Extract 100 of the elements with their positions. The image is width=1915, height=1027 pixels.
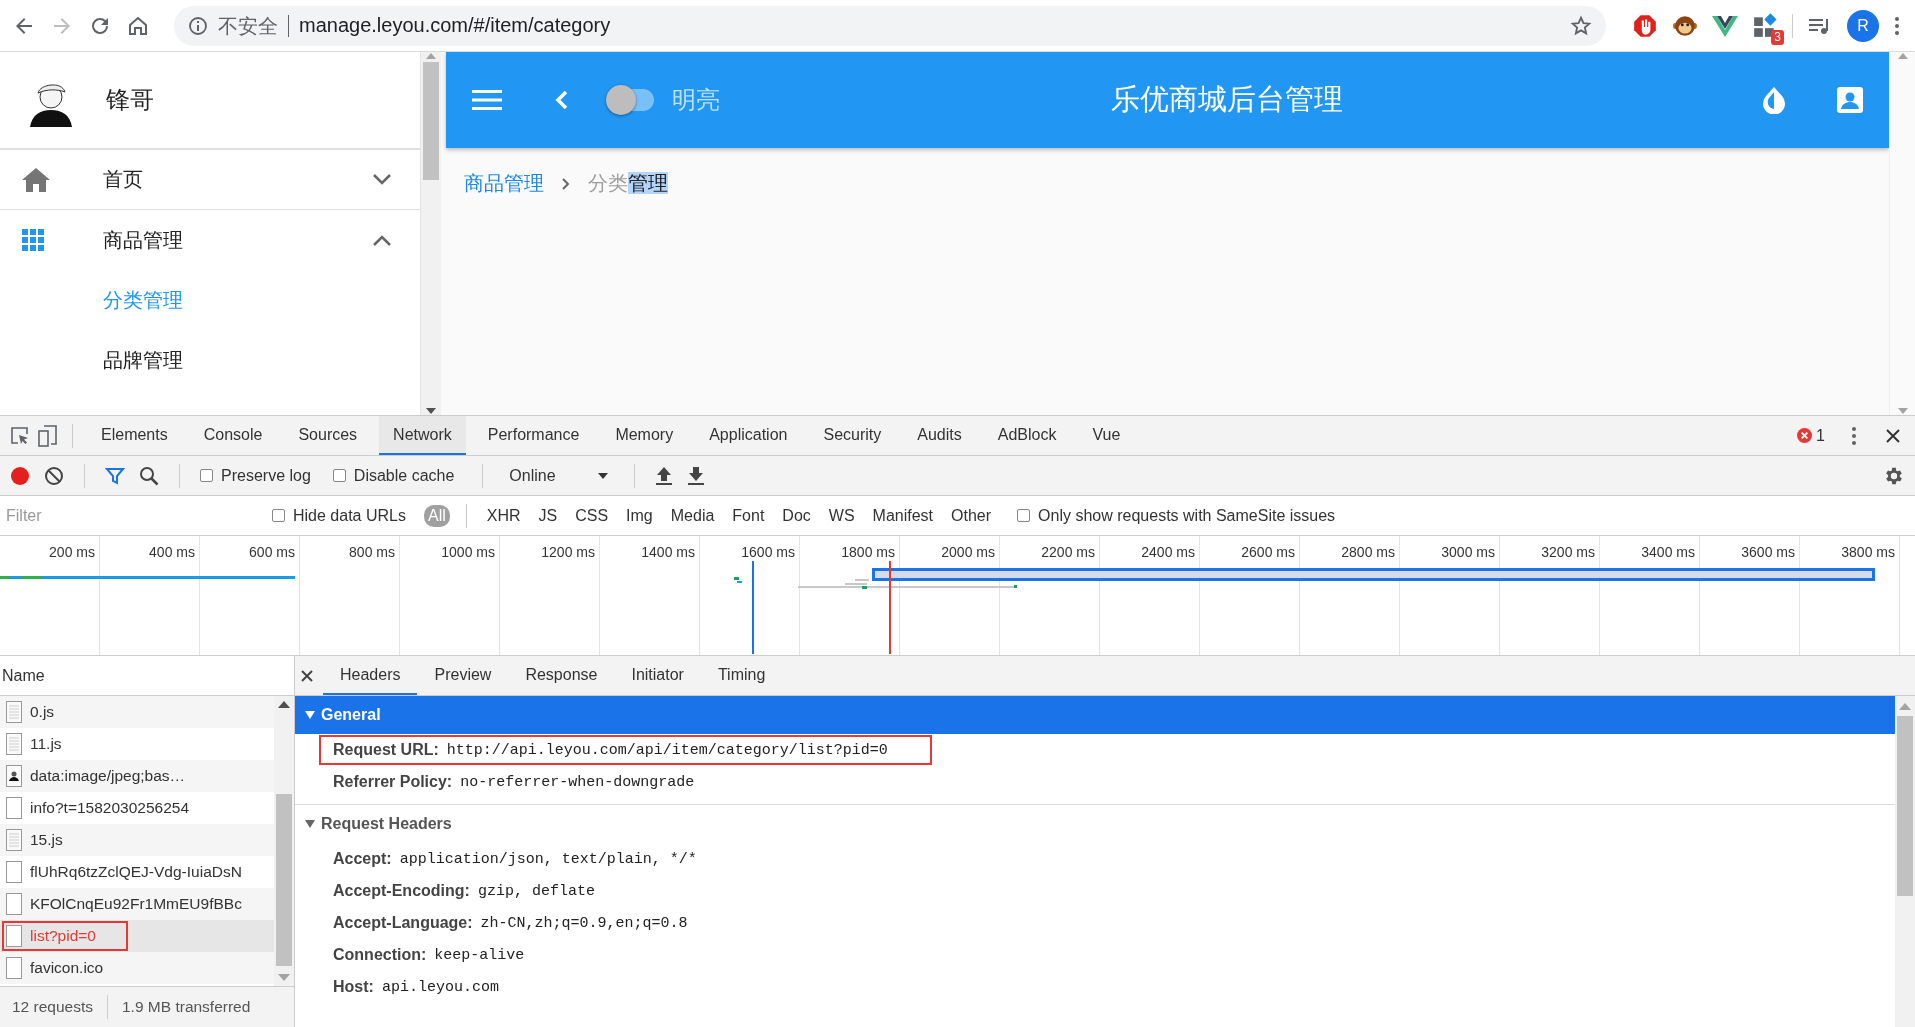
- blank-file-icon: [6, 957, 22, 979]
- request-row[interactable]: 0.js: [0, 696, 274, 728]
- panel-tab[interactable]: Console: [189, 416, 277, 455]
- time-tick-label: 1600 ms: [741, 544, 795, 560]
- section-header[interactable]: General: [295, 696, 1895, 734]
- checkbox[interactable]: [332, 469, 346, 482]
- v-logo-icon[interactable]: [1712, 13, 1738, 38]
- profile-avatar[interactable]: R: [1847, 9, 1879, 42]
- request-row[interactable]: 11.js: [0, 728, 274, 760]
- type-filter[interactable]: Font: [728, 504, 769, 527]
- time-tick-label: 2600 ms: [1241, 544, 1295, 560]
- header-value: application/json, text/plain, */*: [399, 850, 697, 868]
- panel-tab[interactable]: Elements: [87, 416, 182, 455]
- panel-tab[interactable]: AdBlock: [983, 416, 1071, 455]
- checkbox-label[interactable]: Disable cache: [353, 466, 455, 485]
- panel-tab[interactable]: Sources: [284, 416, 372, 455]
- detail-tab[interactable]: Initiator: [614, 656, 701, 695]
- detail-tab[interactable]: Preview: [417, 656, 509, 695]
- home-icon: [22, 166, 50, 193]
- scrollbar-thumb[interactable]: [276, 794, 292, 966]
- expanded-triangle-icon[interactable]: [305, 710, 315, 720]
- request-row[interactable]: data:image/jpeg;bas…: [0, 760, 274, 792]
- menu-label: 商品管理: [103, 227, 184, 253]
- type-filter[interactable]: Other: [947, 504, 996, 527]
- close-icon[interactable]: [1885, 427, 1901, 444]
- breadcrumb-link[interactable]: 商品管理: [464, 170, 544, 197]
- request-name: info?t=1582030256254: [30, 799, 190, 817]
- close-icon[interactable]: [301, 669, 313, 682]
- import-icon[interactable]: [654, 465, 673, 486]
- scrollbar-thumb[interactable]: [1897, 716, 1913, 896]
- device-toolbar-icon[interactable]: [38, 424, 58, 447]
- type-filter[interactable]: Manifest: [868, 504, 938, 527]
- request-row[interactable]: KFOlCnqEu92Fr1MmEU9fBBc: [0, 888, 274, 920]
- request-name: flUhRq6tzZclQEJ-Vdg-IuiaDsN: [30, 863, 242, 881]
- time-tick-label: 3800 ms: [1841, 544, 1895, 560]
- checkbox-label[interactable]: Only show requests with SameSite issues: [1038, 506, 1336, 525]
- header-name: Connection:: [333, 946, 427, 964]
- checkbox-label[interactable]: Preserve log: [221, 466, 311, 485]
- request-row[interactable]: favicon.ico: [0, 952, 274, 984]
- checkbox[interactable]: [200, 469, 213, 482]
- filter-icon[interactable]: [105, 465, 125, 486]
- panel-tab[interactable]: Vue: [1078, 416, 1135, 455]
- panel-tab[interactable]: Audits: [903, 416, 976, 455]
- submenu-item[interactable]: 品牌管理: [0, 330, 420, 390]
- scroll-up-icon[interactable]: [278, 700, 290, 708]
- request-name: favicon.ico: [30, 959, 104, 977]
- section-header[interactable]: Request Headers: [295, 805, 1895, 843]
- request-name: data:image/jpeg;bas…: [30, 767, 186, 785]
- detail-tab[interactable]: Response: [508, 656, 615, 695]
- expanded-triangle-icon[interactable]: [305, 819, 315, 829]
- type-filter[interactable]: Media: [666, 504, 719, 527]
- error-count[interactable]: 1: [1816, 426, 1825, 445]
- record-icon[interactable]: [10, 465, 30, 486]
- info-icon: [188, 15, 208, 36]
- clear-icon[interactable]: [44, 465, 64, 486]
- stop-sign-icon[interactable]: [1632, 12, 1658, 39]
- chevron-left-icon[interactable]: [554, 90, 568, 110]
- type-filter[interactable]: CSS: [571, 504, 613, 527]
- chevron-down-icon[interactable]: [372, 173, 392, 186]
- type-filter[interactable]: WS: [824, 504, 859, 527]
- type-filter[interactable]: Img: [622, 504, 657, 527]
- header-name: Accept-Encoding:: [333, 882, 470, 900]
- panel-tab[interactable]: Memory: [601, 416, 688, 455]
- request-row[interactable]: info?t=1582030256254: [0, 792, 274, 824]
- header-name: Host:: [333, 978, 374, 996]
- star-icon[interactable]: [1570, 14, 1592, 37]
- type-filter[interactable]: JS: [534, 504, 562, 527]
- header-value: zh-CN,zh;q=0.9,en;q=0.8: [480, 914, 688, 932]
- type-filter[interactable]: XHR: [482, 504, 525, 527]
- address-bar[interactable]: 不安全 manage.leyou.com/#/item/category: [174, 5, 1606, 46]
- throttling-select[interactable]: Online: [503, 461, 614, 490]
- header-name: Accept:: [333, 850, 392, 868]
- checkbox[interactable]: [1017, 509, 1031, 522]
- scrollbar[interactable]: [1895, 696, 1915, 1027]
- scrollbar[interactable]: [420, 52, 441, 415]
- panel-tab[interactable]: Application: [695, 416, 802, 455]
- request-row[interactable]: flUhRq6tzZclQEJ-Vdg-IuiaDsN: [0, 856, 274, 888]
- panel-tab[interactable]: Network: [379, 416, 466, 455]
- search-icon[interactable]: [139, 465, 159, 486]
- panel-tab[interactable]: Performance: [473, 416, 594, 455]
- detail-tab[interactable]: Timing: [700, 656, 783, 695]
- menu-item[interactable]: 商品管理: [0, 210, 420, 270]
- request-row[interactable]: 15.js: [0, 824, 274, 856]
- more-options-icon[interactable]: [1851, 425, 1857, 446]
- export-icon[interactable]: [686, 465, 705, 486]
- checkbox-label[interactable]: Hide data URLs: [293, 506, 406, 525]
- scrollbar-thumb[interactable]: [423, 62, 439, 180]
- time-tick-label: 2200 ms: [1041, 544, 1095, 560]
- scrollbar[interactable]: [274, 696, 294, 986]
- chevron-up-icon[interactable]: [372, 234, 392, 246]
- invert-colors-icon[interactable]: [1763, 86, 1785, 114]
- panel-tab[interactable]: Security: [809, 416, 896, 455]
- type-filter[interactable]: Doc: [778, 504, 815, 527]
- menu-item[interactable]: 首页: [0, 150, 420, 210]
- inspect-icon[interactable]: [10, 425, 30, 446]
- image-file-icon: [6, 765, 22, 787]
- account-box-icon[interactable]: [1837, 87, 1863, 113]
- header-name: Accept-Language:: [333, 914, 473, 932]
- checkbox[interactable]: [272, 509, 285, 522]
- menu-icon[interactable]: [472, 89, 502, 111]
